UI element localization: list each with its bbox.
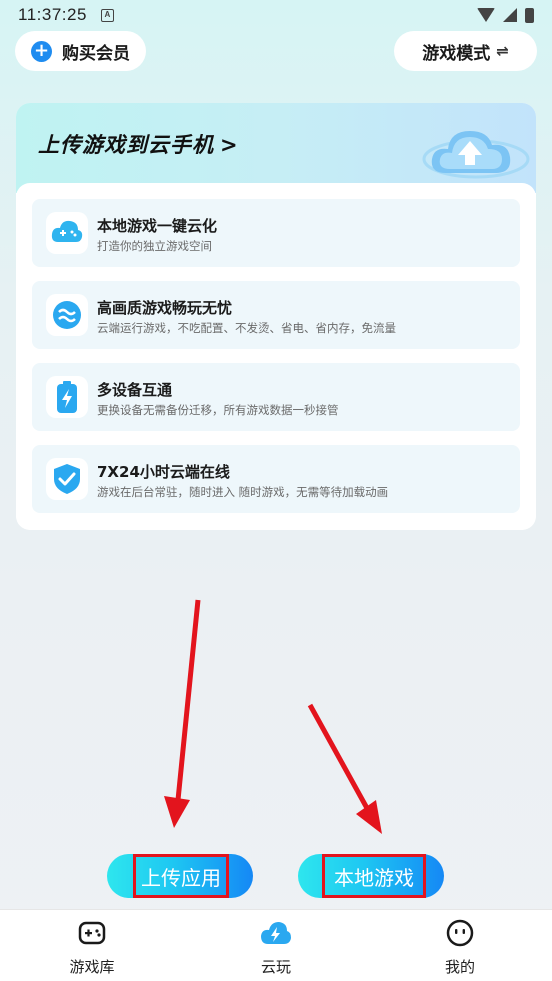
notification-icon: A bbox=[100, 8, 114, 22]
nav-label: 游戏库 bbox=[69, 958, 115, 976]
nav-cloud-play[interactable]: 云玩 bbox=[226, 918, 326, 978]
shield-check-icon bbox=[46, 458, 88, 500]
feature-item: 高画质游戏畅玩无忧 云端运行游戏，不吃配置、不发烫、省电、省内存，免流量 bbox=[32, 281, 520, 349]
feature-list: 本地游戏一键云化 打造你的独立游戏空间 高画质游戏畅玩无忧 云端运行游戏，不吃配… bbox=[16, 183, 536, 530]
feature-item: 7X24小时云端在线 游戏在后台常驻，随时进入 随时游戏，无需等待加载动画 bbox=[32, 445, 520, 513]
gamepad-icon bbox=[42, 918, 142, 948]
cloud-bolt-icon bbox=[226, 918, 326, 948]
upload-app-button[interactable]: 上传应用 bbox=[107, 854, 253, 898]
chevron-right-icon: > bbox=[220, 133, 239, 157]
game-mode-button[interactable]: 游戏模式 ⇌ bbox=[394, 31, 537, 71]
feature-title: 7X24小时云端在线 bbox=[97, 463, 230, 481]
status-bar: 11:37:25 A bbox=[0, 0, 552, 30]
battery-bolt-icon bbox=[46, 376, 88, 418]
feature-title: 本地游戏一键云化 bbox=[97, 217, 218, 235]
nav-label: 我的 bbox=[444, 958, 475, 976]
game-mode-label: 游戏模式 bbox=[422, 43, 491, 64]
plus-circle-icon: + bbox=[31, 40, 52, 62]
cloud-gamepad-icon bbox=[46, 212, 88, 254]
face-icon bbox=[410, 918, 510, 948]
wave-icon bbox=[46, 294, 88, 336]
local-games-label: 本地游戏 bbox=[322, 854, 426, 898]
feature-item: 本地游戏一键云化 打造你的独立游戏空间 bbox=[32, 199, 520, 267]
battery-icon bbox=[525, 7, 534, 23]
feature-title: 高画质游戏畅玩无忧 bbox=[97, 299, 233, 317]
swap-icon: ⇌ bbox=[496, 42, 509, 60]
nav-mine[interactable]: 我的 bbox=[410, 918, 510, 978]
buy-member-label: 购买会员 bbox=[62, 43, 130, 64]
feature-desc: 打造你的独立游戏空间 bbox=[97, 239, 212, 253]
feature-title: 多设备互通 bbox=[97, 381, 173, 399]
feature-desc: 云端运行游戏，不吃配置、不发烫、省电、省内存，免流量 bbox=[97, 321, 396, 335]
upload-card: 上传游戏到云手机 > 本地游戏一键云化 打造你的独立游戏空间 高画质游戏畅玩无忧… bbox=[16, 103, 536, 530]
upload-banner[interactable]: 上传游戏到云手机 > bbox=[16, 103, 536, 193]
wifi-icon bbox=[477, 8, 495, 22]
upload-app-label: 上传应用 bbox=[133, 854, 229, 898]
status-icons bbox=[477, 7, 534, 23]
status-time: 11:37:25 bbox=[18, 5, 87, 24]
bottom-nav: 游戏库 云玩 我的 bbox=[0, 909, 552, 981]
buy-member-button[interactable]: + 购买会员 bbox=[15, 31, 146, 71]
signal-icon bbox=[503, 8, 517, 22]
feature-desc: 游戏在后台常驻，随时进入 随时游戏，无需等待加载动画 bbox=[97, 485, 389, 499]
local-games-button[interactable]: 本地游戏 bbox=[298, 854, 444, 898]
cloud-upload-icon bbox=[422, 131, 530, 179]
feature-desc: 更换设备无需备份迁移，所有游戏数据一秒接管 bbox=[97, 403, 339, 417]
banner-title: 上传游戏到云手机 > bbox=[38, 133, 239, 157]
nav-game-library[interactable]: 游戏库 bbox=[42, 918, 142, 978]
nav-label: 云玩 bbox=[260, 958, 291, 976]
feature-item: 多设备互通 更换设备无需备份迁移，所有游戏数据一秒接管 bbox=[32, 363, 520, 431]
